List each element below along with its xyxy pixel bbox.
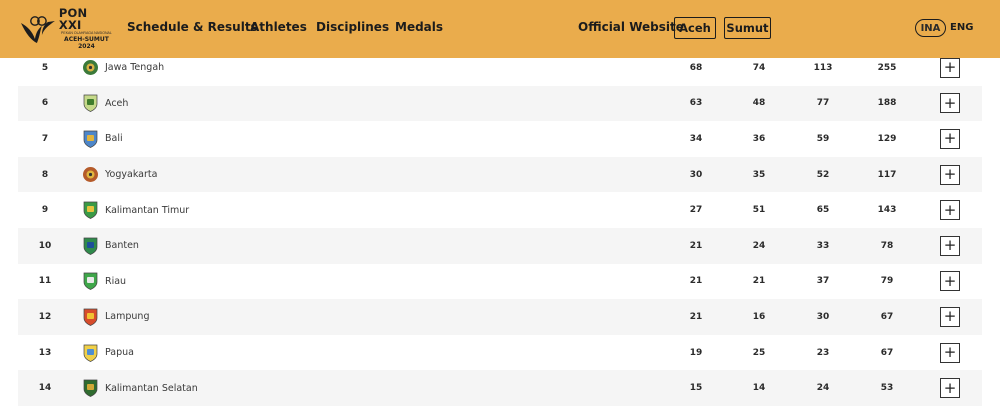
total-count: 143 — [877, 205, 897, 216]
table-row: 8 Yogyakarta 30 35 52 117 + — [18, 156, 982, 193]
bronze-count: 23 — [816, 347, 830, 358]
logo-text: PON XXI PEKAN OLAHRAGA NASIONAL ACEH-SUM… — [59, 8, 114, 50]
nav-schedule-results[interactable]: Schedule & Results — [127, 20, 258, 34]
province-name: Aceh — [105, 97, 129, 109]
rank-cell: 8 — [41, 169, 49, 180]
total-count: 79 — [880, 276, 894, 287]
expand-row-button[interactable]: + — [940, 93, 960, 114]
south-kalimantan-crest-icon — [81, 370, 99, 406]
bronze-count: 33 — [816, 240, 830, 251]
top-nav-bar: PON XXI PEKAN OLAHRAGA NASIONAL ACEH-SUM… — [0, 0, 1000, 58]
bronze-count: 52 — [816, 169, 830, 180]
bali-crest-icon — [81, 121, 99, 157]
province-name: Bali — [105, 133, 123, 145]
gold-count: 63 — [689, 98, 703, 109]
total-count: 78 — [880, 240, 894, 251]
silver-count: 21 — [752, 276, 766, 287]
logo-line-2: 2024 — [78, 42, 95, 50]
lang-ina-button[interactable]: INA — [915, 19, 946, 37]
bronze-count: 59 — [816, 133, 830, 144]
logo-line-1: ACEH-SUMUT — [64, 35, 109, 43]
table-row: 6 Aceh 63 48 77 188 + — [18, 85, 982, 122]
medal-table: 5 Jawa Tengah 68 74 113 255 +6 Aceh 63 48 77 188 +7 B… — [18, 50, 982, 406]
province-name: Kalimantan Selatan — [105, 382, 198, 394]
rank-cell: 11 — [38, 276, 52, 287]
nav-medals[interactable]: Medals — [395, 20, 443, 34]
total-count: 129 — [877, 133, 897, 144]
bronze-count: 65 — [816, 205, 830, 216]
table-row: 13 Papua 19 25 23 67 + — [18, 335, 982, 371]
table-row: 10 Banten 21 24 33 78 + — [18, 227, 982, 264]
expand-row-button[interactable]: + — [940, 342, 960, 363]
rank-cell: 9 — [41, 205, 49, 216]
pon-logo[interactable]: PON XXI PEKAN OLAHRAGA NASIONAL ACEH-SUM… — [18, 8, 114, 50]
gold-count: 21 — [689, 311, 703, 322]
province-name: Papua — [105, 347, 134, 359]
silver-count: 35 — [752, 169, 766, 180]
expand-row-button[interactable]: + — [940, 235, 960, 256]
total-count: 117 — [877, 169, 897, 180]
gold-count: 30 — [689, 169, 703, 180]
bronze-count: 77 — [816, 98, 830, 109]
gold-count: 19 — [689, 347, 703, 358]
expand-row-button[interactable]: + — [940, 378, 960, 399]
province-name: Yogyakarta — [105, 169, 158, 181]
banten-crest-icon — [81, 228, 99, 264]
expand-row-button[interactable]: + — [940, 271, 960, 292]
rank-cell: 13 — [38, 347, 52, 358]
gold-count: 21 — [689, 240, 703, 251]
expand-row-button[interactable]: + — [940, 57, 960, 78]
gold-count: 34 — [689, 133, 703, 144]
bronze-count: 24 — [816, 383, 830, 394]
silver-count: 25 — [752, 347, 766, 358]
province-name: Banten — [105, 240, 139, 252]
silver-count: 48 — [752, 98, 766, 109]
province-name: Lampung — [105, 311, 150, 323]
province-name: Riau — [105, 275, 127, 287]
silver-count: 36 — [752, 133, 766, 144]
rank-cell: 12 — [38, 311, 52, 322]
expand-row-button[interactable]: + — [940, 164, 960, 185]
bronze-count: 37 — [816, 276, 830, 287]
lang-eng-button[interactable]: ENG — [950, 22, 973, 33]
total-count: 53 — [880, 383, 894, 394]
aceh-crest-icon — [81, 86, 99, 122]
lampung-crest-icon — [81, 299, 99, 335]
sumut-site-button[interactable]: Sumut — [724, 17, 771, 39]
silver-count: 24 — [752, 240, 766, 251]
silver-count: 14 — [752, 383, 766, 394]
rank-cell: 7 — [41, 133, 49, 144]
rank-cell: 10 — [38, 240, 52, 251]
expand-row-button[interactable]: + — [940, 306, 960, 327]
province-name: Kalimantan Timur — [105, 204, 190, 216]
logo-title: PON XXI — [58, 6, 88, 32]
total-count: 188 — [877, 98, 897, 109]
silver-count: 16 — [752, 311, 766, 322]
gold-count: 15 — [689, 383, 703, 394]
rank-cell: 6 — [41, 98, 49, 109]
silver-count: 51 — [752, 205, 766, 216]
table-row: 9 Kalimantan Timur 27 51 65 143 + — [18, 192, 982, 228]
expand-row-button[interactable]: + — [940, 200, 960, 221]
total-count: 67 — [880, 311, 894, 322]
table-row: 11 Riau 21 21 37 79 + — [18, 264, 982, 300]
total-count: 67 — [880, 347, 894, 358]
gold-count: 21 — [689, 276, 703, 287]
bird-emblem-icon — [20, 16, 55, 43]
bronze-count: 30 — [816, 311, 830, 322]
table-row: 12 Lampung 21 16 30 67 + — [18, 299, 982, 335]
east-kalimantan-crest-icon — [81, 192, 99, 228]
expand-row-button[interactable]: + — [940, 128, 960, 149]
yogyakarta-crest-icon — [81, 157, 99, 193]
table-row: 14 Kalimantan Selatan 15 14 24 53 + — [18, 370, 982, 406]
riau-crest-icon — [81, 264, 99, 300]
official-website-label: Official Website — [578, 20, 684, 34]
nav-athletes[interactable]: Athletes — [250, 20, 307, 34]
rank-cell: 14 — [38, 383, 52, 394]
gold-count: 27 — [689, 205, 703, 216]
nav-disciplines[interactable]: Disciplines — [316, 20, 389, 34]
aceh-site-button[interactable]: Aceh — [674, 17, 716, 39]
table-row: 7 Bali 34 36 59 129 + — [18, 121, 982, 157]
papua-crest-icon — [81, 335, 99, 371]
